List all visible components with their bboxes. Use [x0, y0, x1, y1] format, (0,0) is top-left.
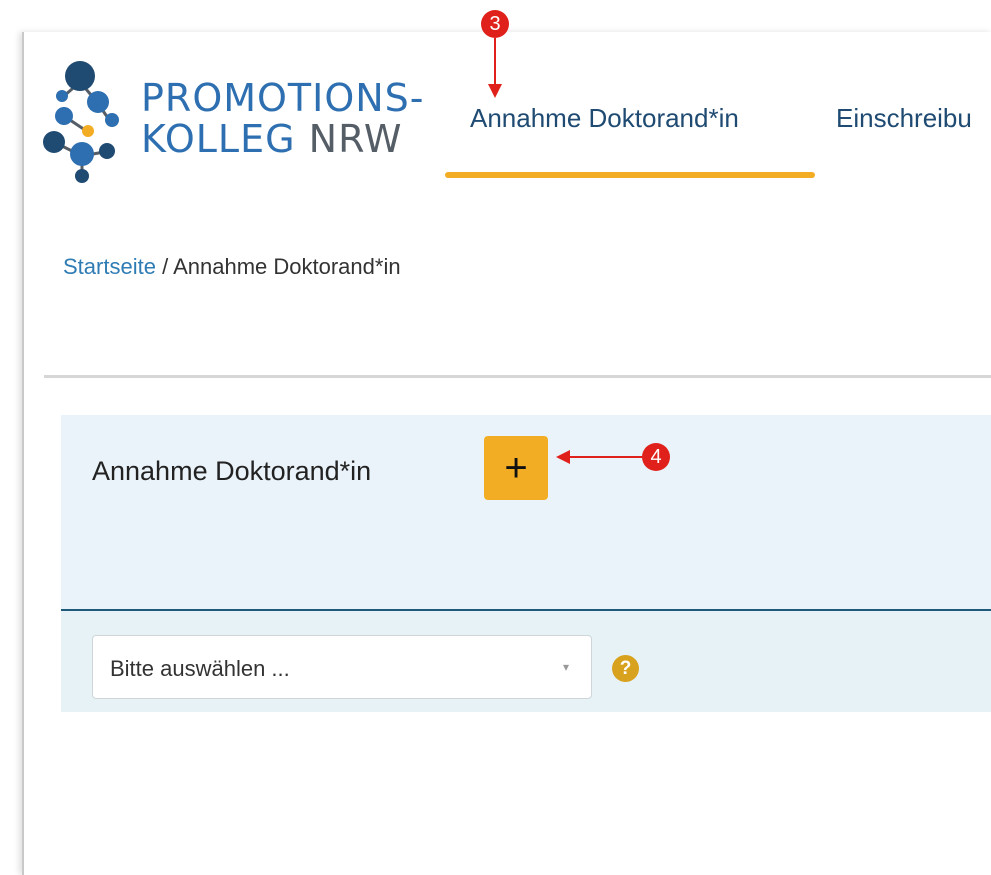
app-page: PROMOTIONS- KOLLEG NRW Annahme Doktorand…	[22, 32, 991, 875]
breadcrumb-separator: /	[162, 254, 169, 279]
breadcrumb: Startseite / Annahme Doktorand*in	[63, 254, 401, 280]
section-divider	[44, 375, 991, 378]
dropdown-value: Bitte auswählen ...	[110, 656, 290, 681]
breadcrumb-current: Annahme Doktorand*in	[173, 254, 401, 279]
plus-icon: +	[504, 446, 528, 490]
annotation-marker-3: 3	[481, 10, 509, 38]
annotation-marker-4: 4	[642, 443, 670, 471]
nav-item-annahme-doktorandin[interactable]: Annahme Doktorand*in	[470, 103, 739, 134]
brand-line-2-nrw: NRW	[308, 117, 403, 161]
nav-active-underline	[445, 172, 815, 178]
chevron-down-icon: ▾	[562, 660, 569, 674]
promotionskolleg-molecule-logo-icon	[43, 61, 119, 183]
brand-line-2: KOLLEG NRW	[141, 120, 403, 158]
help-icon[interactable]: ?	[612, 655, 639, 682]
brand-line-2-kolleg: KOLLEG	[141, 117, 309, 161]
brand-line-1: PROMOTIONS-	[141, 76, 425, 120]
nav-item-einschreibung[interactable]: Einschreibu	[836, 103, 972, 134]
content-panel-header: Annahme Doktorand*in +	[61, 415, 991, 612]
selection-dropdown[interactable]: Bitte auswählen ... ▾	[92, 635, 592, 699]
breadcrumb-home-link[interactable]: Startseite	[63, 254, 156, 279]
site-logo[interactable]: PROMOTIONS- KOLLEG NRW	[42, 54, 425, 194]
filter-bar: Bitte auswählen ... ▾ ?	[61, 611, 991, 712]
annotation-arrow-3	[488, 38, 502, 98]
annotation-arrow-4	[556, 450, 646, 464]
add-button[interactable]: +	[484, 436, 548, 500]
page-title: Annahme Doktorand*in	[92, 456, 372, 486]
